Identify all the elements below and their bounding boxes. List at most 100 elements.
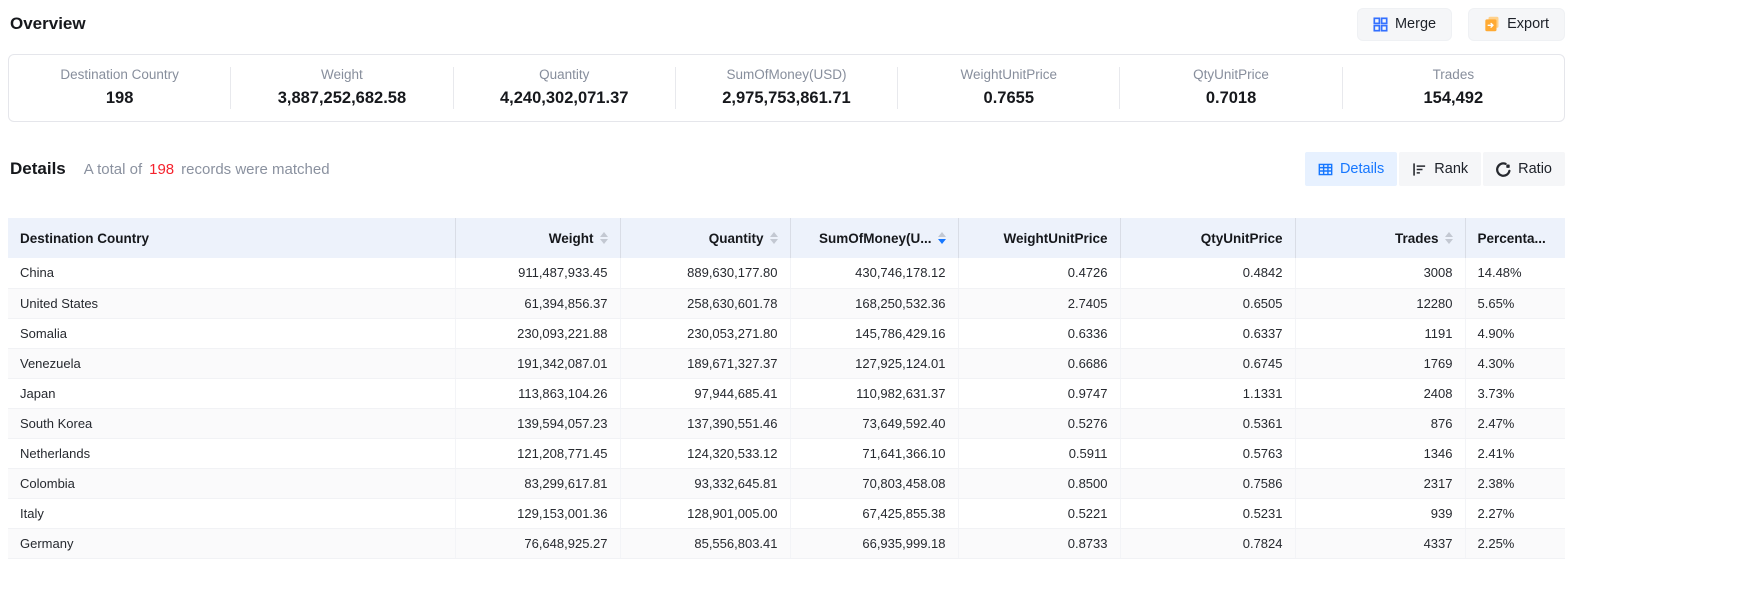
top-actions: Merge Export (1357, 8, 1565, 41)
column-header-quantity[interactable]: Quantity (620, 218, 790, 258)
value-cell: 0.4726 (958, 258, 1120, 288)
column-label: Destination Country (20, 231, 149, 246)
merge-icon (1373, 17, 1388, 32)
value-cell: 145,786,429.16 (790, 318, 958, 348)
stat-label: SumOfMoney(USD) (676, 67, 897, 82)
match-summary-prefix: A total of (84, 161, 142, 178)
match-summary-suffix: records were matched (181, 161, 329, 178)
value-cell: 3008 (1295, 258, 1465, 288)
table-row: Netherlands121,208,771.45124,320,533.127… (8, 438, 1565, 468)
value-cell: 0.6686 (958, 348, 1120, 378)
value-cell: 230,053,271.80 (620, 318, 790, 348)
value-cell: 258,630,601.78 (620, 288, 790, 318)
value-cell: 110,982,631.37 (790, 378, 958, 408)
stat-value: 0.7018 (1120, 89, 1341, 108)
tab-rank[interactable]: Rank (1399, 152, 1481, 186)
value-cell: 0.6505 (1120, 288, 1295, 318)
table-head: Destination Country Weight Quantity SumOfMo… (8, 218, 1565, 258)
country-cell: Italy (8, 498, 455, 528)
value-cell: 139,594,057.23 (455, 408, 620, 438)
stat-value: 0.7655 (898, 89, 1119, 108)
column-header-trades[interactable]: Trades (1295, 218, 1465, 258)
value-cell: 4.90% (1465, 318, 1565, 348)
value-cell: 0.8733 (958, 528, 1120, 558)
value-cell: 137,390,551.46 (620, 408, 790, 438)
value-cell: 97,944,685.41 (620, 378, 790, 408)
value-cell: 12280 (1295, 288, 1465, 318)
details-table: Destination Country Weight Quantity SumOfMo… (8, 218, 1565, 559)
match-count: 198 (142, 161, 181, 178)
value-cell: 1.1331 (1120, 378, 1295, 408)
value-cell: 2.38% (1465, 468, 1565, 498)
column-label: Trades (1395, 231, 1439, 246)
merge-button[interactable]: Merge (1357, 8, 1452, 41)
pie-chart-icon (1496, 162, 1511, 177)
overview-stats-card: Destination Country198Weight3,887,252,68… (8, 54, 1565, 122)
value-cell: 0.8500 (958, 468, 1120, 498)
details-title: Details (8, 159, 66, 179)
stat-label: Quantity (454, 67, 675, 82)
column-header-sum-of-money[interactable]: SumOfMoney(U... (790, 218, 958, 258)
value-cell: 889,630,177.80 (620, 258, 790, 288)
value-cell: 2.47% (1465, 408, 1565, 438)
value-cell: 0.7824 (1120, 528, 1295, 558)
country-cell: United States (8, 288, 455, 318)
value-cell: 0.5221 (958, 498, 1120, 528)
value-cell: 14.48% (1465, 258, 1565, 288)
value-cell: 124,320,533.12 (620, 438, 790, 468)
column-label: WeightUnitPrice (1003, 231, 1107, 246)
value-cell: 121,208,771.45 (455, 438, 620, 468)
country-cell: South Korea (8, 408, 455, 438)
country-cell: Germany (8, 528, 455, 558)
table-row: China911,487,933.45889,630,177.80430,746… (8, 258, 1565, 288)
column-label: Percenta... (1478, 231, 1546, 246)
column-label: Quantity (709, 231, 764, 246)
value-cell: 2.41% (1465, 438, 1565, 468)
column-header-destination-country: Destination Country (8, 218, 455, 258)
sort-carets (938, 232, 946, 244)
value-cell: 4337 (1295, 528, 1465, 558)
table-row: Italy129,153,001.36128,901,005.0067,425,… (8, 498, 1565, 528)
value-cell: 911,487,933.45 (455, 258, 620, 288)
table-row: Somalia230,093,221.88230,053,271.80145,7… (8, 318, 1565, 348)
tab-ratio[interactable]: Ratio (1483, 152, 1565, 186)
table-row: Germany76,648,925.2785,556,803.4166,935,… (8, 528, 1565, 558)
stat-value: 2,975,753,861.71 (676, 89, 897, 108)
tab-details[interactable]: Details (1305, 152, 1397, 186)
view-switch: Details Rank Ratio (1305, 152, 1565, 186)
column-header-weight-unit-price: WeightUnitPrice (958, 218, 1120, 258)
value-cell: 2317 (1295, 468, 1465, 498)
stat-value: 198 (9, 89, 230, 108)
value-cell: 876 (1295, 408, 1465, 438)
sort-carets (1445, 232, 1453, 244)
value-cell: 0.5911 (958, 438, 1120, 468)
value-cell: 127,925,124.01 (790, 348, 958, 378)
column-label: QtyUnitPrice (1201, 231, 1283, 246)
value-cell: 0.6745 (1120, 348, 1295, 378)
column-label: SumOfMoney(U... (819, 231, 932, 246)
tab-rank-label: Rank (1434, 161, 1468, 177)
value-cell: 85,556,803.41 (620, 528, 790, 558)
column-header-weight[interactable]: Weight (455, 218, 620, 258)
sort-carets (600, 232, 608, 244)
stat-3: SumOfMoney(USD) 2,975,753,861.71 (676, 67, 898, 109)
match-summary: A total of198records were matched (84, 161, 330, 178)
country-cell: China (8, 258, 455, 288)
value-cell: 0.9747 (958, 378, 1120, 408)
stat-2: Quantity4,240,302,071.37 (454, 67, 676, 109)
value-cell: 66,935,999.18 (790, 528, 958, 558)
stat-4: WeightUnitPrice0.7655 (898, 67, 1120, 109)
value-cell: 1191 (1295, 318, 1465, 348)
tab-details-label: Details (1340, 161, 1384, 177)
export-button[interactable]: Export (1468, 8, 1565, 41)
value-cell: 0.6336 (958, 318, 1120, 348)
value-cell: 70,803,458.08 (790, 468, 958, 498)
tab-ratio-label: Ratio (1518, 161, 1552, 177)
value-cell: 128,901,005.00 (620, 498, 790, 528)
country-cell: Venezuela (8, 348, 455, 378)
sort-carets (770, 232, 778, 244)
merge-button-label: Merge (1395, 16, 1436, 32)
export-button-label: Export (1507, 16, 1549, 32)
value-cell: 0.5361 (1120, 408, 1295, 438)
details-header: Details A total of198records were matche… (8, 152, 1565, 186)
